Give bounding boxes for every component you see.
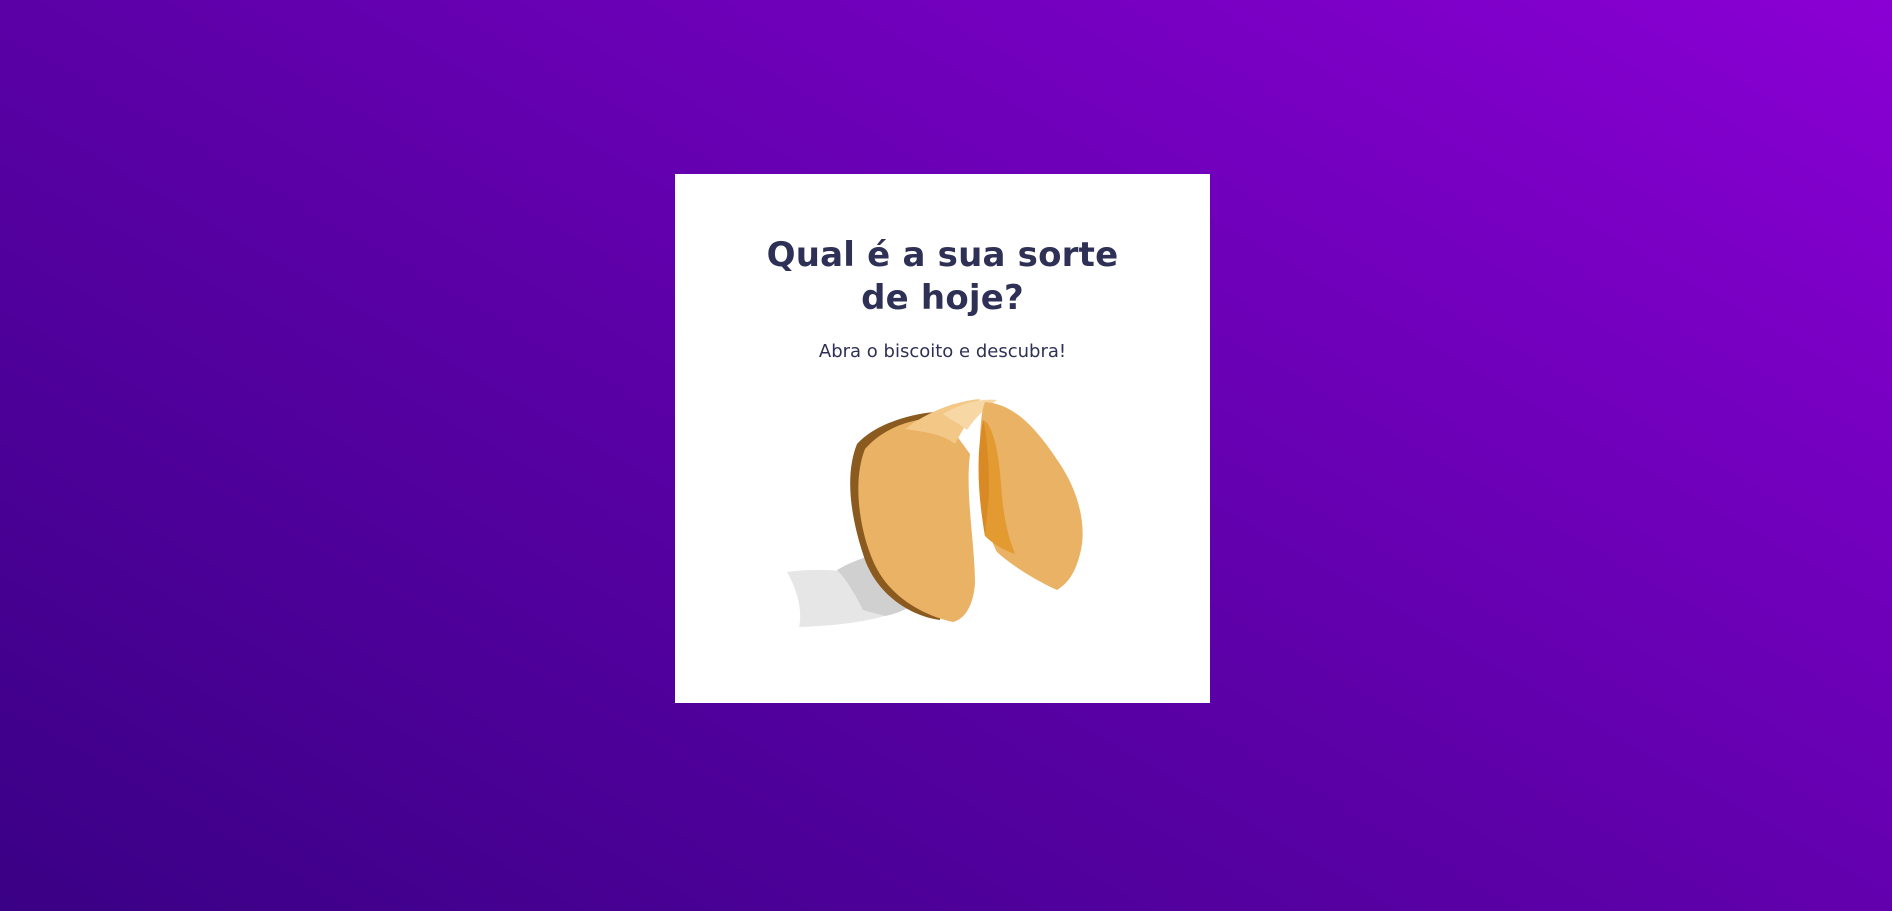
instruction-text: Abra o biscoito e descubra! (818, 341, 1067, 362)
fortune-card: Qual é a sua sorte de hoje? Abra o bisco… (675, 174, 1210, 703)
page-background: { "card": { "title": "Qual é a sua sorte… (0, 0, 1892, 911)
fortune-cookie-button[interactable] (775, 384, 1105, 634)
fortune-cookie-icon (787, 399, 1083, 627)
page-title: Qual é a sua sorte de hoje? (766, 235, 1119, 318)
